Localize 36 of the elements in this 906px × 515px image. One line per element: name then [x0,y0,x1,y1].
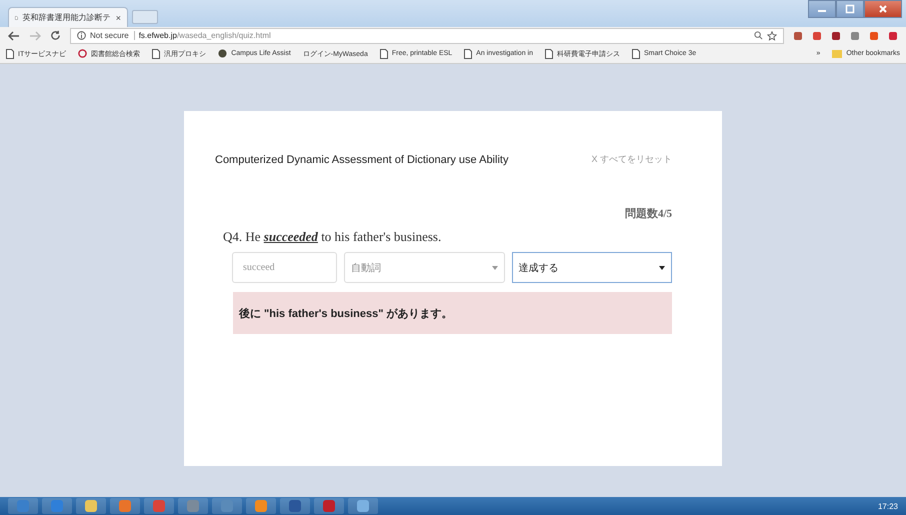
info-icon [77,31,86,40]
question-sentence: Q4. He succeeded to his father's business. [223,229,442,245]
question-counter: 問題数4/5 [624,207,672,221]
close-icon [878,4,888,14]
dropdown[interactable]: 達成する [512,252,672,283]
new-tab-button[interactable] [132,10,158,24]
answer-input-field[interactable]: succeed [232,252,337,283]
globe-icon [218,49,228,58]
page-icon [380,48,388,58]
close-button[interactable] [864,0,902,18]
star-icon[interactable] [767,30,777,40]
reload-icon[interactable] [50,30,61,41]
caret-icon [492,266,498,270]
back-icon[interactable] [8,30,20,40]
clock: 17:23 [878,502,898,510]
maximize-button[interactable] [836,0,864,18]
caret-icon [659,266,665,270]
maximize-icon [845,4,855,14]
page-icon [6,48,14,58]
forward-icon[interactable] [29,30,41,40]
page-icon [152,48,160,58]
tab-title: 英和辞書運用能力診断テ [22,12,111,23]
url-text: fs.efweb.jp/waseda_english/quiz.html [138,31,271,40]
page-icon [632,48,640,58]
security-label: Not secure [90,31,135,40]
zoom-icon[interactable] [754,31,763,40]
ring-icon [78,49,88,58]
browser-tab[interactable]: 英和辞書運用能力診断テ × [8,7,128,27]
address-bar[interactable]: Not secure fs.efweb.jp/waseda_english/quiz.html [70,28,784,44]
minimize-button[interactable] [808,0,836,18]
page-icon [464,48,472,58]
close-tab-button[interactable]: × [116,12,121,22]
page-icon [545,48,553,58]
feedback-message: 後に "his father's business" があります。 [233,292,672,334]
quiz-title: Computerized Dynamic Assessment of Dictionary use Ability [215,154,508,166]
dropdown[interactable]: 自動詞 [344,252,504,283]
